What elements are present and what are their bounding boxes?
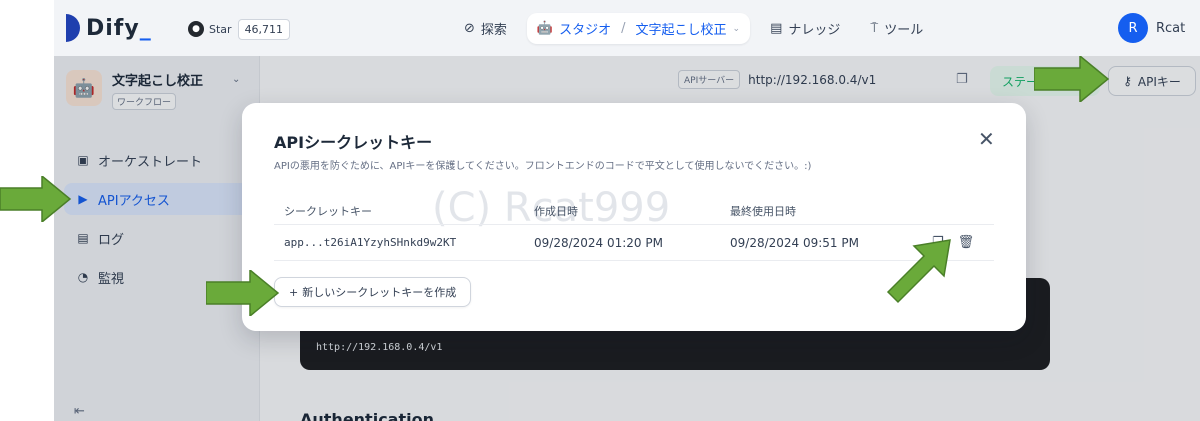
modal-description: APIの悪用を防ぐために、APIキーを保護してください。フロントエンドのコードで…: [274, 161, 812, 172]
user-menu[interactable]: R Rcat: [1118, 13, 1185, 43]
breadcrumb-separator: /: [621, 21, 626, 36]
hammer-icon: ⍑: [870, 21, 879, 36]
create-secret-key-button[interactable]: + 新しいシークレットキーを作成: [274, 277, 472, 307]
github-icon: ●: [188, 21, 204, 37]
table-header: シークレットキー 作成日時 最終使用日時: [274, 197, 994, 225]
nav-knowledge-label: ナレッジ: [788, 23, 841, 38]
github-star-widget[interactable]: ● Star 46,711: [182, 17, 291, 41]
annotation-arrow-right-icon: [1034, 56, 1110, 102]
trash-icon[interactable]: 🗑: [958, 235, 975, 250]
username: Rcat: [1156, 20, 1186, 36]
annotation-arrow-diagonal-icon: [886, 239, 951, 304]
nav-studio-label: スタジオ: [559, 23, 612, 38]
logo-text: Dify: [86, 15, 140, 41]
nav-tools-label: ツール: [884, 23, 924, 38]
avatar: R: [1118, 13, 1148, 43]
github-star-count: 46,711: [237, 18, 291, 40]
last-used-date: 09/28/2024 09:51 PM: [730, 235, 859, 250]
secret-key-value: app...t26iA1YzyhSHnkd9w2KT: [284, 236, 457, 249]
column-header: シークレットキー: [284, 204, 372, 218]
nav-explore-label: 探索: [480, 23, 507, 38]
annotation-arrow-right-icon: [206, 270, 280, 316]
nav-links: ⊘ 探索 🤖 スタジオ / 文字起こし校正 ⌄ ▤ ナレッジ ⍑ ツール: [454, 13, 933, 44]
nav-tools[interactable]: ⍑ ツール: [860, 13, 933, 44]
created-date: 09/28/2024 01:20 PM: [534, 235, 663, 250]
nav-current-app[interactable]: 文字起こし校正: [636, 19, 727, 38]
book-icon: ▤: [770, 21, 783, 36]
chevron-down-icon[interactable]: ⌄: [733, 24, 741, 34]
close-icon[interactable]: ✕: [978, 127, 995, 151]
annotation-arrow-right-icon: [0, 176, 72, 222]
top-nav: Dify_ ● Star 46,711 ⊘ 探索 🤖 スタジオ / 文字起こし校…: [54, 0, 1200, 56]
github-star-label: Star: [209, 22, 232, 36]
column-header: 作成日時: [534, 204, 578, 218]
dify-logo-icon: [66, 14, 80, 42]
create-secret-key-label: 新しいシークレットキーを作成: [302, 286, 457, 299]
modal-title: APIシークレットキー: [274, 133, 433, 152]
nav-knowledge[interactable]: ▤ ナレッジ: [760, 13, 850, 44]
logo-suffix: _: [139, 15, 152, 41]
robot-icon: 🤖: [536, 21, 554, 36]
app-window: Dify_ ● Star 46,711 ⊘ 探索 🤖 スタジオ / 文字起こし校…: [54, 0, 1200, 421]
plus-icon: +: [289, 285, 299, 299]
compass-icon: ⊘: [464, 21, 475, 36]
nav-studio[interactable]: 🤖 スタジオ / 文字起こし校正 ⌄: [526, 13, 751, 44]
column-header: 最終使用日時: [730, 204, 796, 218]
dify-logo[interactable]: Dify_: [66, 14, 152, 42]
nav-explore[interactable]: ⊘ 探索: [454, 13, 517, 44]
